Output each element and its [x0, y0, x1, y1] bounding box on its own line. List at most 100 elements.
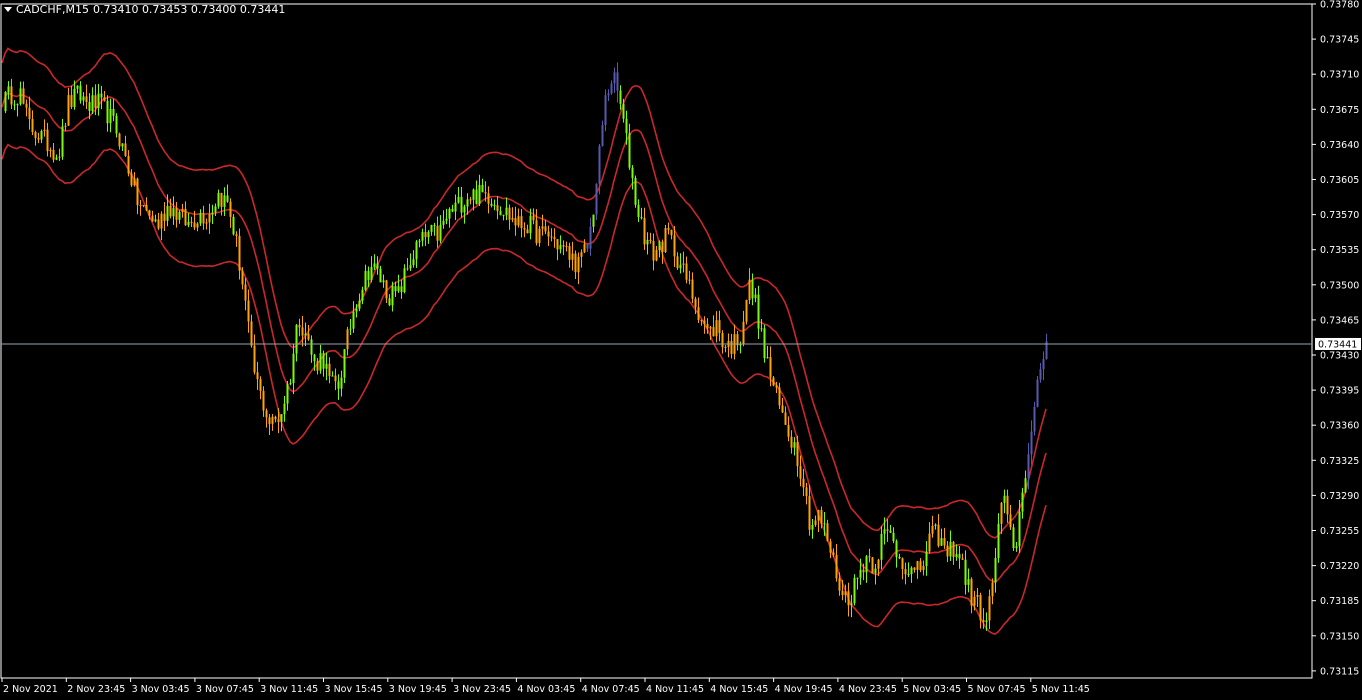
candle-body — [40, 130, 43, 140]
candle-body — [382, 280, 385, 283]
candle-body — [1027, 454, 1030, 479]
candle-body — [454, 202, 457, 212]
candle-body — [934, 524, 937, 526]
candle — [439, 215, 442, 244]
candle-body — [433, 225, 436, 227]
candle-body — [343, 349, 346, 378]
candle — [1021, 487, 1024, 519]
candle — [34, 130, 37, 146]
candle-body — [211, 212, 214, 215]
candle — [262, 386, 265, 417]
candle — [121, 143, 124, 151]
candle — [379, 265, 382, 283]
candle-body — [721, 333, 724, 348]
candle-body — [796, 442, 799, 467]
candle-body — [592, 214, 595, 227]
candle — [508, 204, 511, 230]
candle — [946, 541, 949, 563]
candle — [907, 562, 910, 578]
candle-body — [67, 95, 70, 126]
candle — [586, 243, 589, 252]
candle-body — [127, 155, 130, 174]
x-tick-label: 5 Nov 03:45 — [903, 684, 961, 695]
candle — [856, 577, 859, 590]
candle-body — [841, 590, 844, 596]
candle-body — [169, 205, 172, 217]
candle — [955, 544, 958, 561]
candle — [343, 349, 346, 383]
candle-body — [967, 579, 970, 585]
candle — [292, 343, 295, 395]
candle-body — [916, 561, 919, 570]
candle-body — [490, 203, 493, 206]
candle-body — [70, 95, 73, 108]
y-tick-label: 0.73325 — [1320, 456, 1359, 467]
candle — [934, 523, 937, 530]
candle-body — [304, 333, 307, 336]
candle-body — [985, 620, 988, 622]
candle — [319, 344, 322, 374]
candle-body — [676, 256, 679, 269]
y-tick-label: 0.73290 — [1320, 491, 1359, 502]
candle-body — [868, 556, 871, 558]
candle — [415, 240, 418, 268]
candle-body — [358, 300, 361, 309]
candle — [871, 556, 874, 574]
candle — [160, 211, 163, 241]
candle-body — [1012, 527, 1015, 549]
candle — [664, 224, 667, 254]
candle-body — [643, 218, 646, 245]
candle — [937, 514, 940, 548]
time-axis[interactable]: 2 Nov 2021 2 Nov 23:45 3 Nov 03:45 3 Nov 07… — [1, 678, 1090, 695]
candle-body — [514, 218, 517, 226]
candle-body — [574, 253, 577, 273]
candle — [178, 209, 181, 224]
candle — [256, 361, 259, 390]
candle — [562, 240, 565, 256]
candle — [757, 285, 760, 340]
candle — [7, 81, 10, 100]
candle — [334, 368, 337, 391]
candle — [781, 398, 784, 414]
x-tick-label: 4 Nov 03:45 — [517, 684, 575, 695]
candle — [202, 205, 205, 230]
x-tick-label: 3 Nov 23:45 — [453, 684, 511, 695]
candle — [814, 515, 817, 527]
candle — [310, 335, 313, 363]
candle-body — [166, 205, 169, 221]
candle-body — [289, 383, 292, 385]
candle — [268, 413, 271, 435]
candle-body — [13, 104, 16, 106]
candle — [487, 186, 490, 214]
price-axis[interactable]: 0.73780 0.73745 0.73710 0.73675 0.73640 0.736… — [1312, 0, 1361, 677]
candle — [610, 80, 613, 95]
candle-body — [886, 529, 889, 531]
candle-body — [466, 199, 469, 207]
current-price-label: 0.73441 — [1318, 339, 1357, 350]
candlestick-chart[interactable]: 0.73780 0.73745 0.73710 0.73675 0.73640 0.736… — [0, 0, 1362, 700]
candle-body — [7, 86, 10, 92]
candle — [283, 396, 286, 422]
candle-body — [823, 523, 826, 525]
candle — [97, 83, 100, 116]
candle-body — [940, 538, 943, 546]
candle-body — [661, 241, 664, 253]
candle-body — [640, 217, 643, 219]
candle — [616, 62, 619, 103]
candle-body — [673, 235, 676, 257]
candle-body — [325, 363, 328, 369]
candle — [181, 203, 184, 218]
candle-body — [496, 205, 499, 212]
candle — [208, 203, 211, 234]
candle-body — [808, 496, 811, 530]
candle — [604, 89, 607, 132]
candle-body — [931, 525, 934, 534]
y-tick-label: 0.73640 — [1320, 140, 1359, 151]
candle-body — [853, 577, 856, 604]
candle — [223, 187, 226, 217]
candle-body — [583, 244, 586, 253]
candle — [526, 224, 529, 234]
candle-body — [631, 167, 634, 179]
candle-body — [217, 192, 220, 207]
candle-body — [421, 232, 424, 241]
